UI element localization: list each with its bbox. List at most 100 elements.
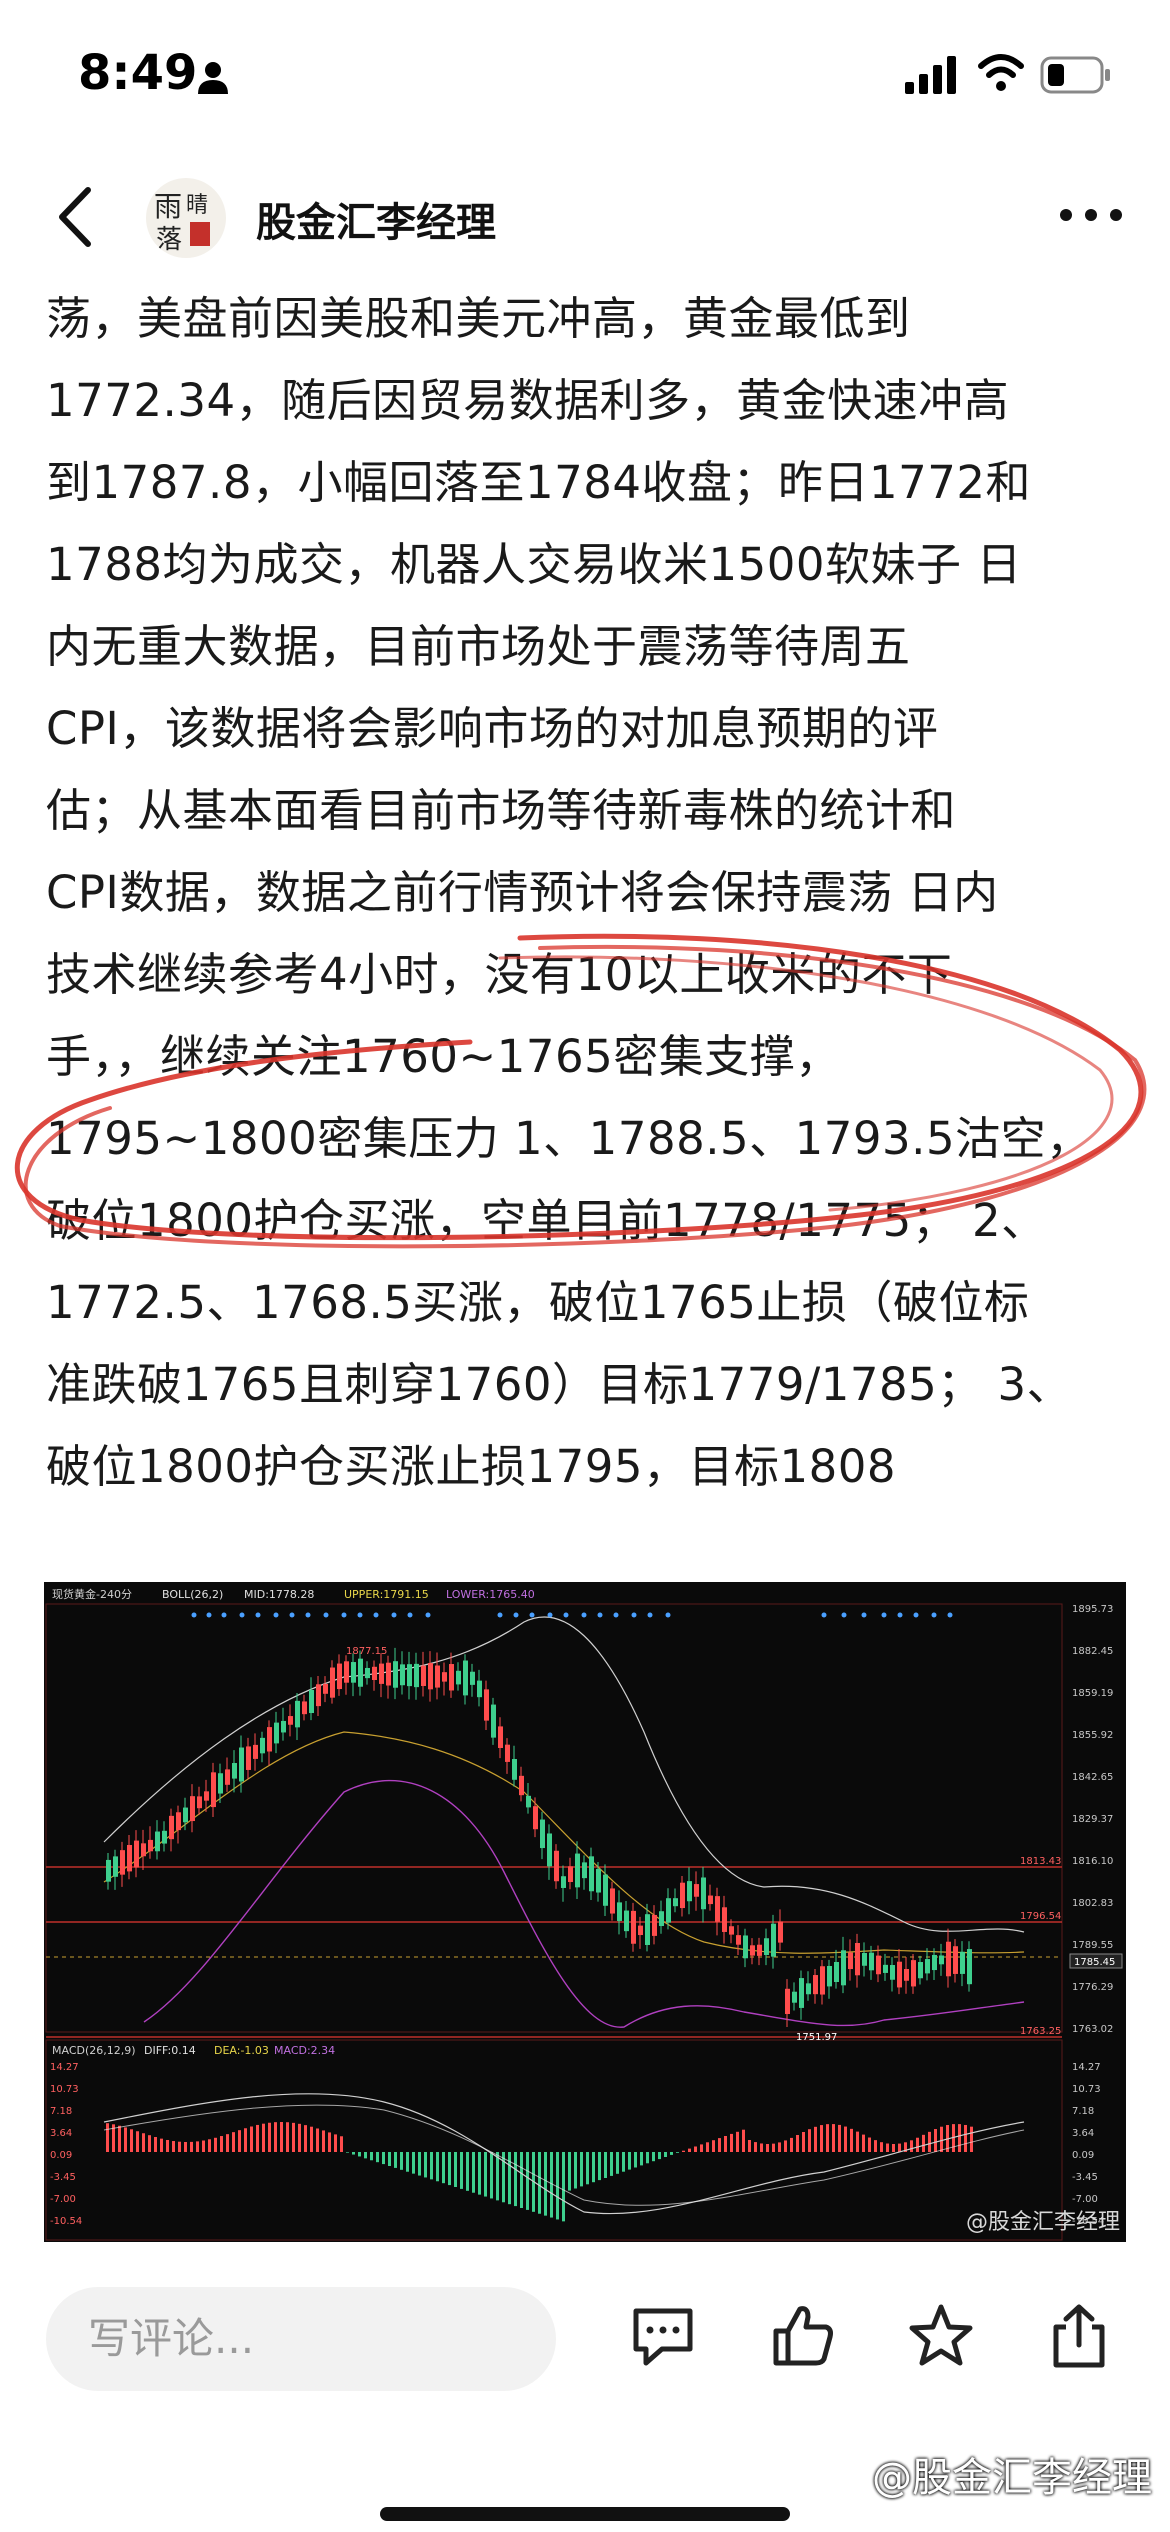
chart-header-label: MID:1778.28 <box>244 1588 314 1601</box>
status-bar: 8:49 <box>0 0 1170 150</box>
macd-bar <box>346 2152 349 2153</box>
candle-body <box>666 1898 671 1923</box>
macd-bar <box>844 2126 847 2152</box>
candle-body <box>715 1896 720 1922</box>
macd-bar <box>772 2143 775 2152</box>
author-avatar[interactable]: 雨 晴 落 <box>146 178 226 258</box>
candle-body <box>708 1895 713 1905</box>
macd-bar <box>742 2129 745 2152</box>
star-icon[interactable] <box>906 2301 976 2371</box>
candle-body <box>631 1910 636 1944</box>
candle-body <box>358 1658 363 1687</box>
article-line: 估；从基本面看目前市场等待新毒株的统计和 <box>46 784 957 837</box>
macd-bar <box>340 2136 343 2152</box>
macd-bar <box>604 2152 607 2178</box>
macd-bar <box>958 2124 961 2152</box>
candle-body <box>351 1662 356 1683</box>
macd-bar <box>184 2141 187 2152</box>
macd-bar <box>682 2150 685 2152</box>
candle-body <box>883 1964 888 1973</box>
macd-bar <box>472 2152 475 2193</box>
gold-chart-image[interactable]: 现货黄金-240分 BOLL(26,2) MID:1778.28 UPPER:1… <box>44 1582 1126 2242</box>
macd-bar <box>196 2141 199 2152</box>
macd-bar <box>460 2152 463 2189</box>
signal-dot <box>373 1612 379 1618</box>
candle-body <box>288 1716 293 1725</box>
candle-body <box>820 1966 825 1995</box>
macd-bar <box>652 2152 655 2162</box>
candle-body <box>813 1975 818 1995</box>
candle-body <box>610 1888 615 1914</box>
candle-body <box>190 1796 195 1822</box>
macd-bar <box>610 2152 613 2176</box>
avatar-calligraphy-icon: 雨 晴 落 <box>154 190 210 255</box>
macd-bar <box>718 2138 721 2152</box>
candle-body <box>680 1882 685 1909</box>
macd-bar <box>442 2152 445 2184</box>
candle-body <box>799 1978 804 2008</box>
candle-body <box>771 1923 776 1957</box>
svg-text:落: 落 <box>156 225 182 255</box>
home-indicator <box>380 2507 790 2521</box>
macd-bar <box>436 2152 439 2182</box>
macd-bar <box>406 2152 409 2172</box>
macd-bar <box>832 2124 835 2152</box>
person-icon <box>198 62 228 94</box>
article-header: 雨 晴 落 股金汇李经理 <box>0 160 1170 270</box>
like-icon[interactable] <box>768 2301 838 2371</box>
candle-body <box>554 1850 559 1882</box>
candle-body <box>736 1935 741 1945</box>
macd-bar <box>466 2152 469 2191</box>
low-label: 1751.97 <box>796 2032 837 2043</box>
y-tick-label: 1763.02 <box>1072 2024 1113 2035</box>
share-icon[interactable] <box>1044 2301 1114 2371</box>
candle-body <box>309 1689 314 1714</box>
candle-body <box>372 1666 377 1681</box>
macd-bar <box>502 2152 505 2203</box>
svg-text:晴: 晴 <box>186 193 208 218</box>
level-label: 1763.25 <box>1020 2026 1061 2037</box>
battery-icon <box>1040 56 1110 94</box>
comment-icon[interactable] <box>628 2301 698 2371</box>
macd-bar <box>424 2152 427 2178</box>
macd-bar <box>106 2123 109 2152</box>
macd-bar <box>694 2146 697 2152</box>
macd-bar <box>382 2152 385 2165</box>
y-tick-label: 1859.19 <box>1072 1688 1113 1699</box>
more-options-button[interactable] <box>1056 200 1126 230</box>
macd-bar <box>898 2143 901 2152</box>
candle-body <box>953 1946 958 1974</box>
signal-dot <box>305 1612 311 1618</box>
macd-bar <box>616 2152 619 2174</box>
signal-dot <box>191 1612 197 1618</box>
candle-body <box>428 1663 433 1690</box>
level-label: 1813.43 <box>1020 1856 1061 1867</box>
macd-bar <box>664 2152 667 2157</box>
macd-bar <box>838 2124 841 2152</box>
signal-dot <box>841 1612 847 1618</box>
macd-tick-label: 3.64 <box>1072 2128 1094 2139</box>
macd-bar <box>238 2130 241 2152</box>
candle-body <box>155 1831 160 1852</box>
back-button[interactable] <box>48 182 108 252</box>
signal-icon <box>905 56 956 94</box>
candle-body <box>162 1830 167 1844</box>
macd-bar <box>754 2142 757 2152</box>
macd-bar <box>568 2152 571 2191</box>
macd-bar <box>208 2139 211 2152</box>
candle-body <box>127 1844 132 1872</box>
macd-bar <box>724 2136 727 2152</box>
signal-dot <box>341 1612 347 1618</box>
y-tick-label: 1855.92 <box>1072 1730 1113 1741</box>
macd-bar <box>304 2125 307 2152</box>
candlestick-chart: 现货黄金-240分 BOLL(26,2) MID:1778.28 UPPER:1… <box>45 1587 1123 2241</box>
macd-tick-label-left: 0.09 <box>50 2150 72 2161</box>
signal-dot <box>407 1612 413 1618</box>
candle-body <box>540 1819 545 1849</box>
author-name[interactable]: 股金汇李经理 <box>256 190 496 248</box>
macd-bar <box>658 2152 661 2160</box>
candle-body <box>617 1902 622 1921</box>
macd-bar <box>970 2126 973 2152</box>
status-time: 8:49 <box>78 45 198 101</box>
comment-input[interactable]: 写评论... <box>46 2287 556 2391</box>
